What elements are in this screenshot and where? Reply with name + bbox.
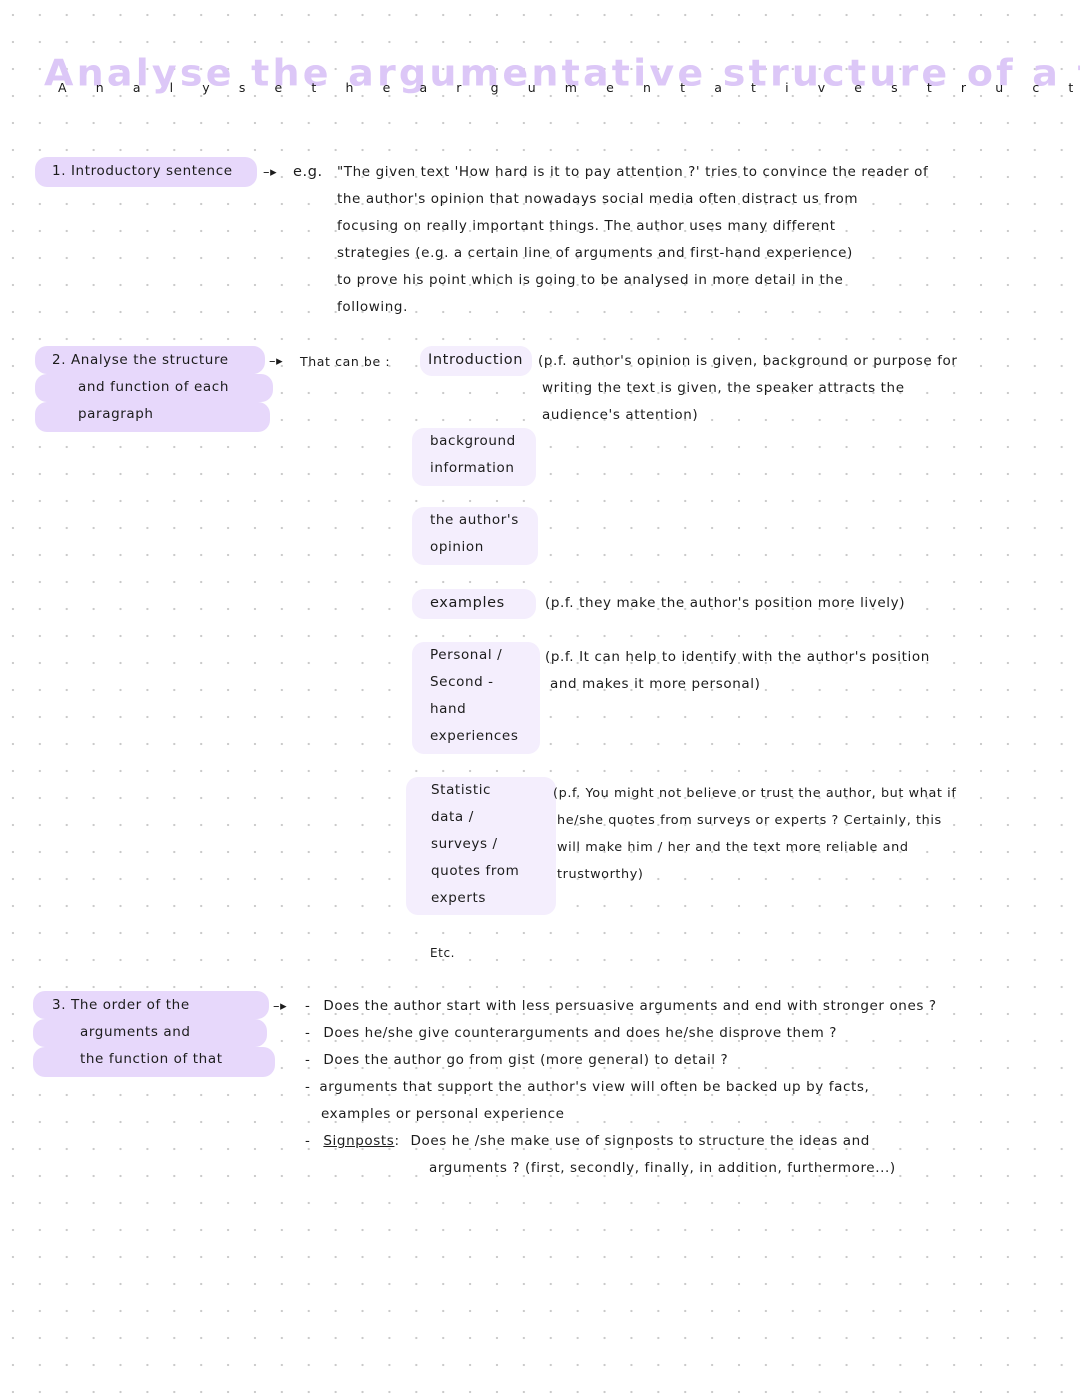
label-line: arguments and (80, 1024, 191, 1040)
note-examples: (p.f. they make the author's position mo… (545, 595, 906, 611)
bullet-dash: - (305, 1079, 311, 1095)
note-personal-experiences: (p.f. It can help to identify with the a… (545, 644, 930, 698)
label-line: paragraph (78, 406, 154, 422)
note-line: he/she quotes from surveys or experts ? … (557, 813, 942, 828)
note-line: trustworthy) (557, 867, 644, 882)
term-background-information: background information (430, 428, 516, 482)
bullet-continuation: arguments ? (first, secondly, finally, i… (429, 1160, 896, 1176)
term-line: background (430, 433, 516, 449)
section-2-label: 2. Analyse the structure and function of… (52, 347, 229, 428)
label-line: and function of each (78, 379, 229, 395)
arrow-icon: –▸ (269, 354, 284, 369)
note-line: and makes it more personal) (550, 676, 761, 692)
note-line: (p.f. You might not believe or trust the… (553, 786, 957, 801)
term-line: Second - (430, 674, 494, 690)
label-line: 3. The order of the (52, 997, 190, 1013)
bullet-text: Does the author go from gist (more gener… (323, 1052, 729, 1068)
example-line: following. (337, 299, 408, 315)
page-title: A n a l y s e t h e a r g u m e n t a t … (58, 80, 1080, 95)
note-line: (p.f. It can help to identify with the a… (545, 649, 930, 665)
note-introduction: (p.f. author's opinion is given, backgro… (538, 348, 958, 429)
signposts-colon: : (394, 1133, 400, 1149)
bullet-text: Does the author start with less persuasi… (323, 998, 937, 1014)
term-line: experts (431, 890, 487, 906)
term-line: hand (430, 701, 467, 717)
bullet-text: arguments that support the author's view… (319, 1079, 870, 1095)
example-line: strategies (e.g. a certain line of argum… (337, 245, 853, 261)
section-3-bullets: - Does the author start with less persua… (305, 993, 937, 1182)
term-line: data / (431, 809, 474, 825)
eg-label: e.g. (293, 164, 323, 180)
section-1-label: 1. Introductory sentence (52, 163, 233, 179)
bullet-continuation: examples or personal experience (321, 1106, 565, 1122)
bullet-dash: - (305, 1025, 311, 1041)
label-line: 2. Analyse the structure (52, 352, 229, 368)
note-line: audience's attention) (542, 407, 699, 423)
note-line: will make him / her and the text more re… (557, 840, 909, 855)
bullet-item: - arguments that support the author's vi… (305, 1074, 937, 1101)
term-line: surveys / (431, 836, 498, 852)
term-line: Statistic (431, 782, 492, 798)
signposts-label: Signposts (323, 1133, 395, 1149)
term-personal-experiences: Personal / Second - hand experiences (430, 642, 518, 750)
term-line: information (430, 460, 515, 476)
arrow-icon: –▸ (273, 999, 288, 1014)
bullet-text: Does he /she make use of signposts to st… (410, 1133, 870, 1149)
bullet-item-signposts: - Signposts: Does he /she make use of si… (305, 1128, 937, 1155)
term-examples: examples (430, 595, 505, 611)
bullet-text: Does he/she give counterarguments and do… (323, 1025, 837, 1041)
bullet-item: - Does the author go from gist (more gen… (305, 1047, 937, 1074)
term-line: experiences (430, 728, 519, 744)
term-statistics: Statistic data / surveys / quotes from e… (431, 777, 519, 912)
example-line: the author's opinion that nowadays socia… (337, 191, 859, 207)
note-statistics: (p.f. You might not believe or trust the… (553, 780, 956, 888)
arrow-icon: –▸ (263, 165, 278, 180)
example-line: to prove his point which is going to be … (337, 272, 844, 288)
note-line: (p.f. author's opinion is given, backgro… (538, 353, 958, 369)
term-line: Personal / (430, 647, 503, 663)
that-can-be-label: That can be : (300, 354, 391, 369)
term-introduction: Introduction (428, 352, 524, 368)
note-line: writing the text is given, the speaker a… (542, 380, 905, 396)
section-3-label: 3. The order of the arguments and the fu… (52, 992, 223, 1073)
bullet-dash: - (305, 1133, 311, 1149)
example-line: focusing on really important things. The… (337, 218, 836, 234)
term-authors-opinion: the author's opinion (430, 507, 519, 561)
label-line: the function of that (80, 1051, 223, 1067)
term-line: opinion (430, 539, 484, 555)
section-1-example: "The given text 'How hard is it to pay a… (337, 159, 928, 321)
example-line: "The given text 'How hard is it to pay a… (337, 164, 929, 180)
etc-label: Etc. (430, 946, 456, 960)
term-line: the author's (430, 512, 519, 528)
bullet-item: - Does he/she give counterarguments and … (305, 1020, 937, 1047)
bullet-item: - Does the author start with less persua… (305, 993, 937, 1020)
bullet-dash: - (305, 998, 311, 1014)
bullet-dash: - (305, 1052, 311, 1068)
term-line: quotes from (431, 863, 520, 879)
